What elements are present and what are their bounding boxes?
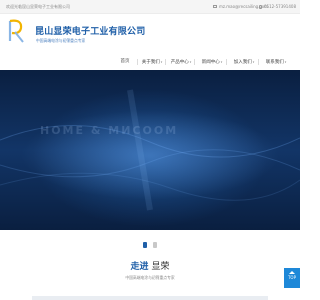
nav-item-label: 新闻中心 (201, 60, 220, 65)
about-title-rest: 显荣 (151, 262, 170, 272)
nav-item-about[interactable]: 关于我们▾ (140, 55, 164, 69)
nav-item-home[interactable]: 首页 (113, 55, 137, 69)
nav-divider (258, 59, 259, 65)
nav-item-contact[interactable]: 联系我们▾ (264, 55, 288, 69)
content-strip (32, 296, 268, 300)
chevron-down-icon: ▾ (160, 60, 163, 64)
banner-overlay-text: НОМЕ & МИСООМ (40, 124, 179, 137)
nav-item-products[interactable]: 产品中心▾ (169, 55, 193, 69)
nav-divider (137, 59, 138, 65)
company-logo-icon[interactable] (7, 17, 27, 45)
back-to-top-button[interactable]: TOP (284, 268, 300, 288)
about-title-highlight: 走进 (130, 262, 149, 272)
nav-item-label: 加入我们 (233, 60, 252, 65)
back-to-top-label: TOP (287, 275, 296, 280)
company-slogan: 中国高端电涂与初筛重点专家 (36, 38, 86, 43)
phone-text: 0512-57391408 (264, 4, 296, 9)
phone-contact: 0512-57391408 (259, 0, 296, 13)
chevron-down-icon: ▾ (284, 60, 287, 64)
carousel-dot-2[interactable] (153, 242, 157, 248)
company-name[interactable]: 昆山显荣电子工业有限公司 (35, 24, 145, 37)
nav-item-label: 关于我们 (141, 60, 160, 65)
chevron-down-icon: ▾ (252, 60, 255, 64)
nav-item-label: 联系我们 (265, 60, 284, 65)
about-section-subtitle: 中国高端电涂与初筛重点专家 (125, 275, 175, 280)
phone-icon (259, 5, 262, 9)
carousel-indicators (0, 242, 300, 250)
nav-divider (194, 59, 195, 65)
nav-item-label: 产品中心 (170, 60, 189, 65)
nav-divider (165, 59, 166, 65)
carousel-dot-1[interactable] (143, 242, 147, 248)
chevron-down-icon: ▾ (220, 60, 223, 64)
nav-item-news[interactable]: 新闻中心▾ (200, 55, 224, 69)
mail-icon (213, 5, 217, 8)
main-nav: 首页 关于我们▾ 产品中心▾ 新闻中心▾ 加入我们▾ 联系我们▾ (0, 55, 300, 69)
banner-wave-graphic (0, 89, 300, 211)
top-info-bar: 欢迎光临昆山显荣电子工业有限公司 mz.mao@recsailing.com 0… (0, 0, 300, 14)
nav-item-join[interactable]: 加入我们▾ (232, 55, 256, 69)
arrow-up-icon (289, 271, 295, 274)
welcome-text: 欢迎光临昆山显荣电子工业有限公司 (6, 4, 70, 9)
hero-banner[interactable]: НОМЕ & МИСООМ (0, 70, 300, 230)
nav-item-label: 首页 (120, 59, 130, 64)
chevron-down-icon: ▾ (189, 60, 192, 64)
about-section-title: 走进 显荣 (0, 259, 300, 272)
nav-divider (226, 59, 227, 65)
